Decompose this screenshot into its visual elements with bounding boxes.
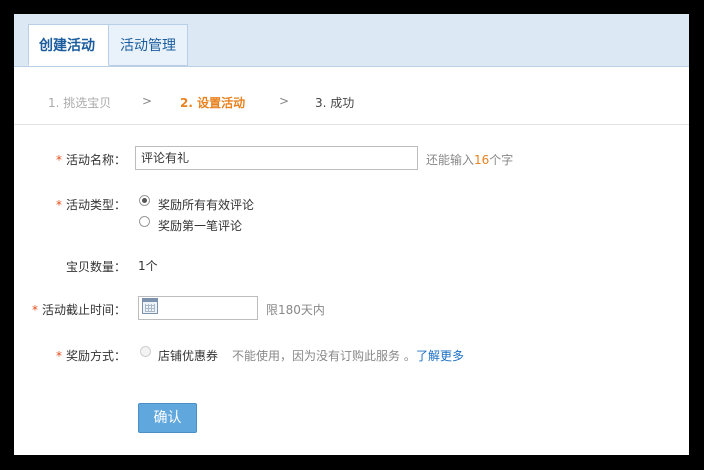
item-quantity-value: 1个: [138, 259, 158, 273]
radio-reward-first-review[interactable]: [139, 216, 150, 227]
radio-reward-all-reviews[interactable]: [139, 195, 150, 206]
tab-bar: 创建活动 活动管理: [14, 14, 689, 67]
learn-more-link[interactable]: 了解更多: [416, 347, 464, 364]
option-reward-all-reviews-label[interactable]: 奖励所有有效评论: [158, 196, 254, 213]
deadline-hint: 限180天内: [266, 303, 325, 317]
create-activity-panel: 创建活动 活动管理 1. 挑选宝贝 > 2. 设置活动 > 3. 成功 * 活动名…: [14, 14, 689, 455]
remaining-count: 16: [474, 153, 490, 167]
required-mark: *: [55, 349, 62, 363]
radio-shop-coupon: [140, 346, 151, 357]
item-quantity-label: 宝贝数量：: [65, 260, 126, 274]
required-mark: *: [31, 303, 38, 317]
activity-name-label: * 活动名称：: [55, 153, 126, 167]
confirm-button[interactable]: 确认: [138, 403, 197, 433]
required-mark: *: [55, 153, 62, 167]
step-select-item: 1. 挑选宝贝: [48, 96, 112, 110]
step-configure-activity: 2. 设置活动: [180, 96, 246, 110]
activity-name-hint: 还能输入16个字: [426, 153, 514, 167]
divider: [14, 124, 689, 125]
activity-type-label: * 活动类型：: [55, 198, 126, 212]
deadline-label: * 活动截止时间：: [31, 303, 126, 317]
reward-unavailable-note: 不能使用，因为没有订购此服务 。: [232, 349, 416, 363]
step-separator: >: [279, 94, 290, 108]
step-separator: >: [142, 94, 153, 108]
tab-activity-management[interactable]: 活动管理: [109, 24, 188, 66]
shop-coupon-label: 店铺优惠券: [158, 349, 219, 363]
step-success: 3. 成功: [315, 96, 355, 110]
wizard-steps: 1. 挑选宝贝 > 2. 设置活动 > 3. 成功: [14, 88, 689, 116]
calendar-icon[interactable]: [142, 298, 158, 314]
activity-name-input[interactable]: 评论有礼: [135, 146, 418, 170]
option-reward-first-review-label[interactable]: 奖励第一笔评论: [158, 217, 242, 234]
required-mark: *: [55, 198, 62, 212]
reward-method-label: * 奖励方式：: [55, 349, 126, 363]
tab-create-activity[interactable]: 创建活动: [28, 24, 109, 66]
